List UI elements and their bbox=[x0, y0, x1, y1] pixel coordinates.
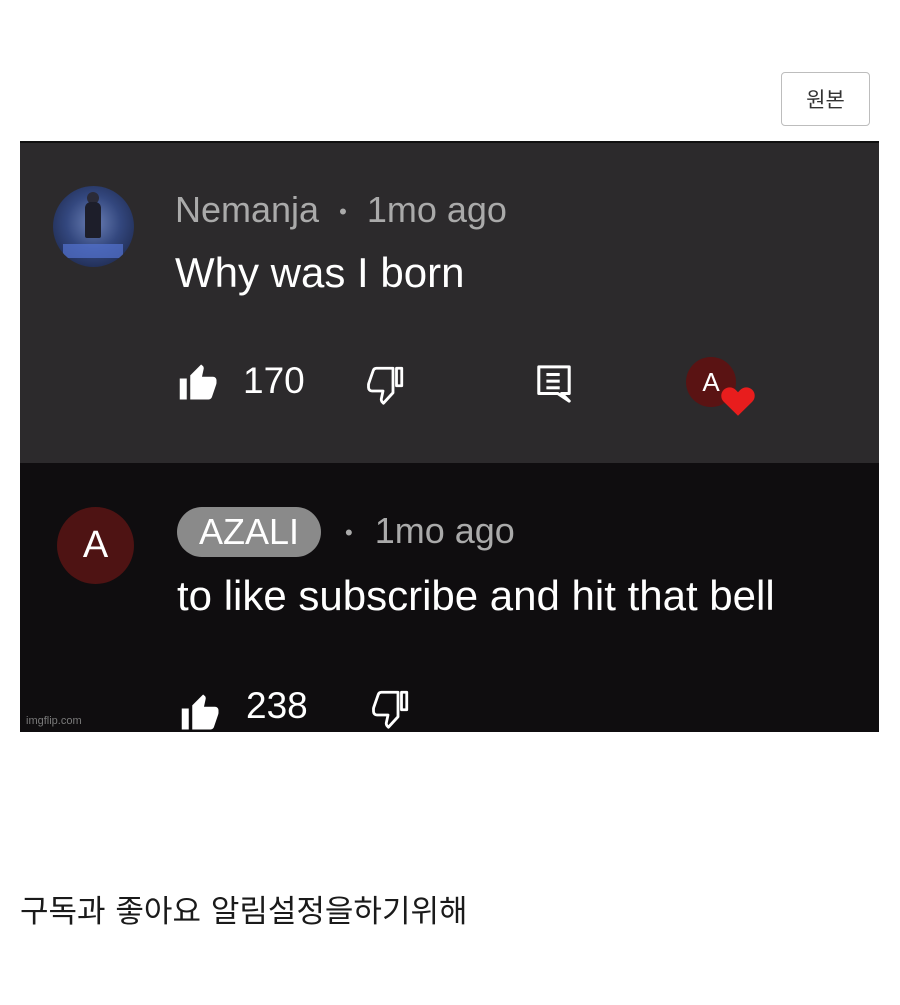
reply-icon[interactable] bbox=[535, 363, 573, 405]
timestamp: 1mo ago bbox=[366, 189, 507, 230]
original-button[interactable]: 원본 bbox=[781, 72, 870, 126]
comment-text: to like subscribe and hit that bell bbox=[177, 572, 775, 619]
timestamp: 1mo ago bbox=[374, 510, 515, 551]
separator: • bbox=[339, 199, 347, 225]
avatar bbox=[53, 186, 134, 267]
like-count: 238 bbox=[246, 685, 308, 726]
thumbs-down-icon[interactable] bbox=[365, 363, 407, 405]
avatar-letter: A bbox=[82, 524, 109, 566]
avatar: A bbox=[57, 507, 134, 584]
author-name-badge: AZALI bbox=[177, 507, 322, 557]
heart-icon bbox=[721, 387, 755, 416]
author-name: Nemanja bbox=[175, 189, 320, 230]
comment-1: Nemanja • 1mo ago Why was I born 170 A bbox=[20, 143, 879, 463]
post-caption: 구독과 좋아요 알림설정을하기위해 bbox=[20, 894, 468, 930]
watermark: imgflip.com bbox=[26, 715, 82, 727]
author-name: AZALI bbox=[199, 511, 300, 552]
thumbs-up-icon[interactable] bbox=[178, 361, 220, 403]
separator: • bbox=[345, 520, 353, 546]
comment-meta: • 1mo ago bbox=[345, 510, 515, 552]
creator-heart-avatar-letter: A bbox=[702, 366, 720, 397]
comment-meta: Nemanja • 1mo ago bbox=[175, 189, 507, 231]
thumbs-down-icon[interactable] bbox=[370, 687, 412, 729]
comment-text: Why was I born bbox=[175, 249, 465, 296]
comment-2: A AZALI • 1mo ago to like subscribe and … bbox=[20, 463, 879, 732]
thumbs-up-icon[interactable] bbox=[180, 691, 222, 732]
meme-image: Nemanja • 1mo ago Why was I born 170 A A bbox=[20, 141, 879, 732]
like-count: 170 bbox=[243, 360, 305, 401]
